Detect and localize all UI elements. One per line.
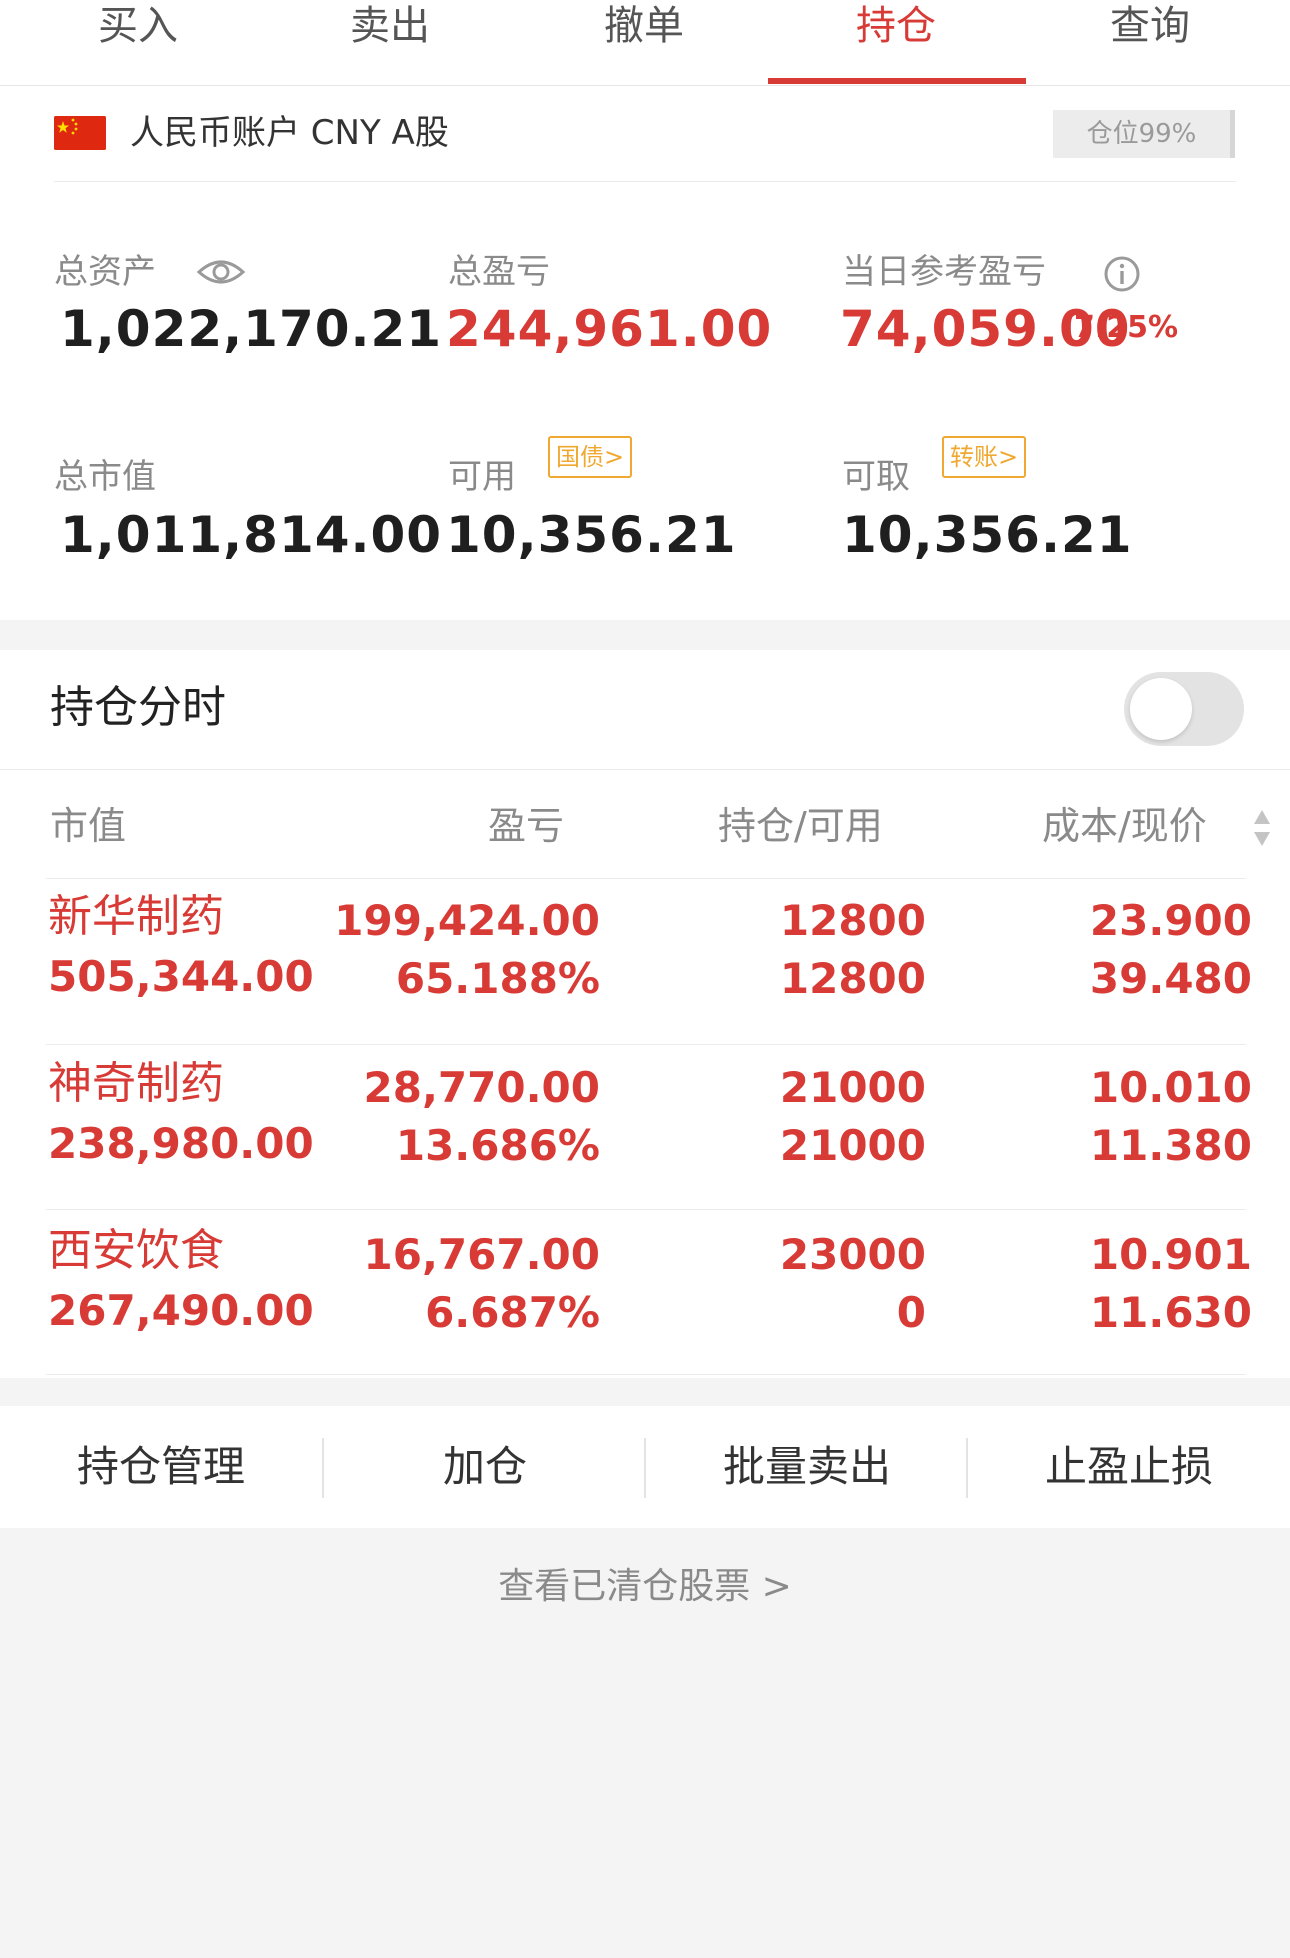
add-position-button[interactable]: 加仓	[324, 1406, 646, 1528]
tab-query[interactable]: 查询	[1022, 0, 1278, 86]
stock-pl: 199,424.00	[334, 896, 600, 945]
stock-pl-percent: 6.687%	[425, 1288, 600, 1337]
header-pl: 盈亏	[488, 804, 565, 848]
tab-cancel[interactable]: 撤单	[516, 0, 772, 86]
stock-cost: 10.901	[1089, 1230, 1252, 1279]
stock-pl-percent: 65.188%	[395, 954, 600, 1003]
tab-buy[interactable]: 买入	[10, 0, 266, 86]
cleared-stocks-link[interactable]: 查看已清仓股票 >	[0, 1562, 1290, 1612]
header-market-value: 市值	[50, 804, 127, 848]
account-name: 人民币账户 CNY A股	[130, 113, 449, 153]
stock-available: 12800	[779, 954, 926, 1003]
stock-market-value: 505,344.00	[48, 952, 314, 1001]
stock-pl: 16,767.00	[363, 1230, 600, 1279]
total-assets-value: 1,022,170.21	[60, 300, 443, 358]
tab-sell[interactable]: 卖出	[262, 0, 518, 86]
stock-market-value: 267,490.00	[48, 1286, 314, 1335]
market-value-value: 1,011,814.00	[60, 506, 443, 564]
info-icon[interactable]	[1103, 255, 1141, 293]
withdrawable-label: 可取	[842, 457, 910, 497]
table-row[interactable]: 新华制药 505,344.00 199,424.00 65.188% 12800…	[0, 880, 1290, 1045]
sort-icon[interactable]	[1252, 808, 1272, 848]
withdrawable-value: 10,356.21	[842, 506, 1133, 564]
toggle-knob	[1130, 678, 1192, 740]
available-label: 可用	[448, 457, 516, 497]
holdings-action-bar: 持仓管理 加仓 批量卖出 止盈止损	[0, 1406, 1290, 1528]
stock-pl-percent: 13.686%	[395, 1121, 600, 1170]
total-assets-label: 总资产	[54, 252, 156, 292]
header-cost-price[interactable]: 成本/现价	[1042, 800, 1207, 852]
holdings-table: 市值 盈亏 持仓/可用 成本/现价 新华制药 505,344.00 199,42…	[0, 770, 1290, 1378]
divider	[54, 181, 1236, 182]
intraday-title: 持仓分时	[50, 682, 226, 733]
tab-holdings[interactable]: 持仓	[768, 0, 1024, 86]
daily-pl-percent: 7.25%	[1074, 310, 1179, 345]
available-value: 10,356.21	[446, 506, 737, 564]
total-pl-label: 总盈亏	[448, 252, 550, 292]
stock-available: 0	[896, 1288, 926, 1337]
stock-market-value: 238,980.00	[48, 1119, 314, 1168]
stock-available: 21000	[779, 1121, 926, 1170]
china-flag-icon	[54, 116, 106, 150]
daily-pl-label: 当日参考盈亏	[842, 252, 1046, 292]
table-row[interactable]: 西安饮食 267,490.00 16,767.00 6.687% 23000 0…	[0, 1210, 1290, 1375]
stock-price: 11.380	[1089, 1121, 1252, 1170]
eye-icon[interactable]	[196, 254, 246, 290]
stock-cost: 10.010	[1089, 1063, 1252, 1112]
active-tab-indicator	[768, 78, 1026, 84]
transfer-tag[interactable]: 转账>	[942, 436, 1027, 478]
stock-position: 12800	[779, 896, 926, 945]
header-divider	[46, 878, 1246, 879]
table-row[interactable]: 神奇制药 238,980.00 28,770.00 13.686% 21000 …	[0, 1045, 1290, 1210]
market-value-label: 总市值	[54, 457, 156, 497]
manage-holdings-button[interactable]: 持仓管理	[0, 1406, 322, 1528]
stock-position: 21000	[779, 1063, 926, 1112]
row-divider	[46, 1374, 1246, 1375]
total-pl-value: 244,961.00	[446, 300, 773, 358]
stock-price: 11.630	[1089, 1288, 1252, 1337]
position-ratio-badge: 仓位99%	[1053, 110, 1235, 158]
intraday-toggle[interactable]	[1124, 672, 1244, 746]
stock-name: 西安饮食	[48, 1225, 224, 1276]
intraday-section: 持仓分时	[0, 650, 1290, 770]
take-profit-stop-loss-button[interactable]: 止盈止损	[968, 1406, 1290, 1528]
stock-cost: 23.900	[1089, 896, 1252, 945]
stock-name: 神奇制药	[48, 1058, 224, 1109]
stock-price: 39.480	[1089, 954, 1252, 1003]
stock-name: 新华制药	[48, 891, 224, 942]
stock-position: 23000	[779, 1230, 926, 1279]
header-position: 持仓/可用	[718, 804, 883, 848]
treasury-bond-tag[interactable]: 国债>	[548, 436, 633, 478]
account-summary-card: 人民币账户 CNY A股 仓位99% 总资产 1,022,170.21 总盈亏 …	[0, 86, 1290, 620]
batch-sell-button[interactable]: 批量卖出	[646, 1406, 968, 1528]
trade-tab-bar: 买入 卖出 撤单 持仓 查询	[0, 0, 1290, 86]
stock-pl: 28,770.00	[363, 1063, 600, 1112]
